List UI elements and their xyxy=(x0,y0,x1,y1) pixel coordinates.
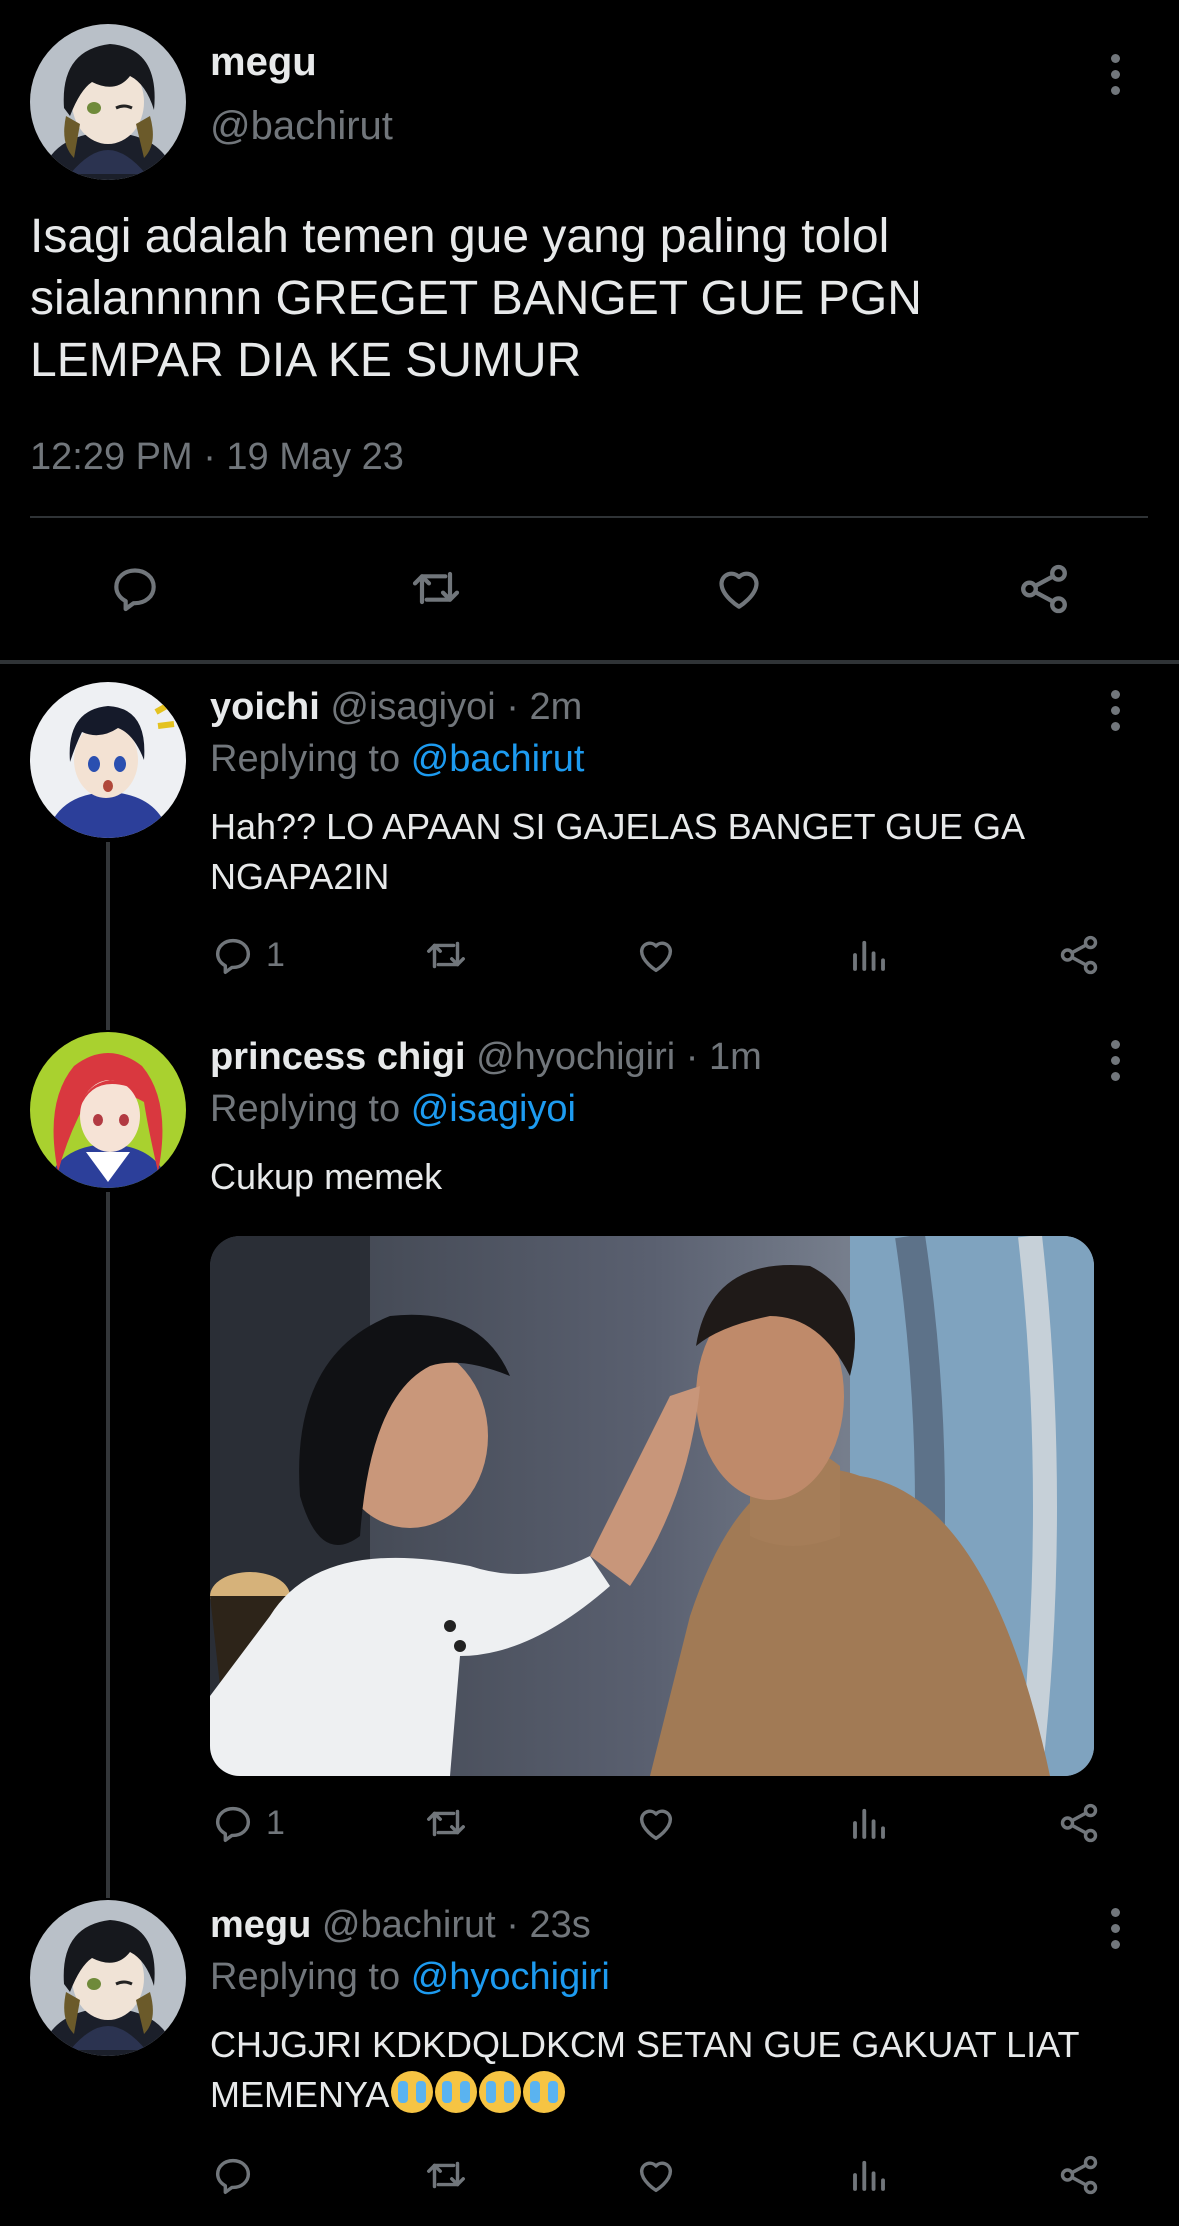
reply-time[interactable]: · 23s xyxy=(506,1904,590,1946)
replying-to: Replying to @bachirut xyxy=(210,738,584,781)
retweet-icon xyxy=(427,2161,465,2189)
replying-to: Replying to @isagiyoi xyxy=(210,1088,576,1131)
reply-meta: yoichi @isagiyoi · 2m xyxy=(210,686,582,729)
views-icon xyxy=(853,940,885,971)
reply-author-handle[interactable]: @bachirut xyxy=(322,1904,496,1946)
reply-author-handle[interactable]: @hyochigiri xyxy=(476,1036,675,1078)
share-icon xyxy=(1060,1803,1098,1843)
share-icon xyxy=(1060,935,1098,975)
views-button[interactable] xyxy=(848,2154,890,2196)
retweet-icon xyxy=(412,571,460,605)
more-icon[interactable] xyxy=(1105,690,1125,731)
thread-line xyxy=(106,1192,110,1898)
share-button[interactable] xyxy=(1056,2152,1102,2198)
loudly-crying-emoji xyxy=(391,2071,434,2113)
tweet-timestamp[interactable]: 12:29 PM · 19 May 23 xyxy=(30,436,404,479)
reply-button[interactable] xyxy=(107,560,163,616)
like-icon xyxy=(639,941,673,973)
share-icon xyxy=(1060,2155,1098,2195)
reply-author-name[interactable]: megu xyxy=(210,1904,311,1946)
share-icon xyxy=(1021,564,1067,614)
reply-icon xyxy=(215,2158,251,2194)
replying-to-label: Replying to xyxy=(210,1956,401,1998)
more-icon[interactable] xyxy=(1105,54,1125,95)
replying-to-link[interactable]: @hyochigiri xyxy=(411,1956,610,1998)
share-button[interactable] xyxy=(1015,560,1073,618)
reply-button[interactable] xyxy=(210,2152,266,2198)
author-handle[interactable]: @bachirut xyxy=(210,104,393,149)
avatar-megu[interactable] xyxy=(30,1900,186,2056)
avatar-princess-chigi[interactable] xyxy=(30,1032,186,1188)
reply-text: Cukup memek xyxy=(210,1156,443,1197)
like-icon xyxy=(639,1809,673,1841)
reply-time[interactable]: · 1m xyxy=(686,1036,762,1078)
reply-button[interactable]: 1 xyxy=(210,1800,285,1846)
loudly-crying-emoji xyxy=(479,2071,522,2113)
avatar-yoichi[interactable] xyxy=(30,682,186,838)
views-button[interactable] xyxy=(848,1802,890,1844)
like-icon xyxy=(719,571,759,609)
replying-to-label: Replying to xyxy=(210,1088,401,1130)
views-icon xyxy=(853,1808,885,1839)
retweet-button[interactable] xyxy=(420,1800,472,1846)
reply-count: 1 xyxy=(266,935,285,974)
like-button[interactable] xyxy=(632,2152,680,2198)
more-icon[interactable] xyxy=(1105,1908,1125,1949)
section-divider xyxy=(0,660,1179,664)
reply-author-name[interactable]: yoichi xyxy=(210,686,320,728)
author-name[interactable]: megu xyxy=(210,40,317,85)
share-button[interactable] xyxy=(1056,932,1102,978)
reply-text: CHJGJRI KDKDQLDKCM SETAN GUE GAKUAT LIAT… xyxy=(210,2020,1140,2120)
retweet-button[interactable] xyxy=(420,2152,472,2198)
thread-line xyxy=(106,842,110,1030)
divider xyxy=(30,516,1148,518)
reply-icon xyxy=(215,938,251,974)
more-icon[interactable] xyxy=(1105,1040,1125,1081)
retweet-icon xyxy=(427,941,465,969)
reply-icon xyxy=(215,1806,251,1842)
reply-button[interactable]: 1 xyxy=(210,932,285,978)
replying-to-label: Replying to xyxy=(210,738,401,780)
reply-icon xyxy=(114,568,156,612)
replying-to-link[interactable]: @bachirut xyxy=(411,738,585,780)
reply-time[interactable]: · 2m xyxy=(506,686,582,728)
views-icon xyxy=(853,2160,885,2191)
like-button[interactable] xyxy=(710,560,768,616)
reply-author-name[interactable]: princess chigi xyxy=(210,1036,466,1078)
retweet-button[interactable] xyxy=(420,932,472,978)
tweet-text: Isagi adalah temen gue yang paling tolol… xyxy=(30,210,922,387)
like-button[interactable] xyxy=(632,1800,680,1846)
reply-text: Hah?? LO APAAN SI GAJELAS BANGET GUE GA … xyxy=(210,806,1024,897)
reply-author-handle[interactable]: @isagiyoi xyxy=(330,686,495,728)
reply-text-content: CHJGJRI KDKDQLDKCM SETAN GUE GAKUAT LIAT… xyxy=(210,2024,1079,2115)
reply-count: 1 xyxy=(266,1803,285,1842)
tweet-image[interactable] xyxy=(210,1236,1094,1776)
loudly-crying-emoji xyxy=(435,2071,478,2113)
like-icon xyxy=(639,2161,673,2193)
replying-to-link[interactable]: @isagiyoi xyxy=(411,1088,576,1130)
retweet-button[interactable] xyxy=(405,560,467,616)
replying-to: Replying to @hyochigiri xyxy=(210,1956,610,1999)
views-button[interactable] xyxy=(848,934,890,976)
reply-meta: princess chigi @hyochigiri · 1m xyxy=(210,1036,762,1079)
loudly-crying-emoji xyxy=(523,2071,566,2113)
avatar-megu[interactable] xyxy=(30,24,186,180)
like-button[interactable] xyxy=(632,932,680,978)
retweet-icon xyxy=(427,1809,465,1837)
reply-meta: megu @bachirut · 23s xyxy=(210,1904,591,1947)
share-button[interactable] xyxy=(1056,1800,1102,1846)
